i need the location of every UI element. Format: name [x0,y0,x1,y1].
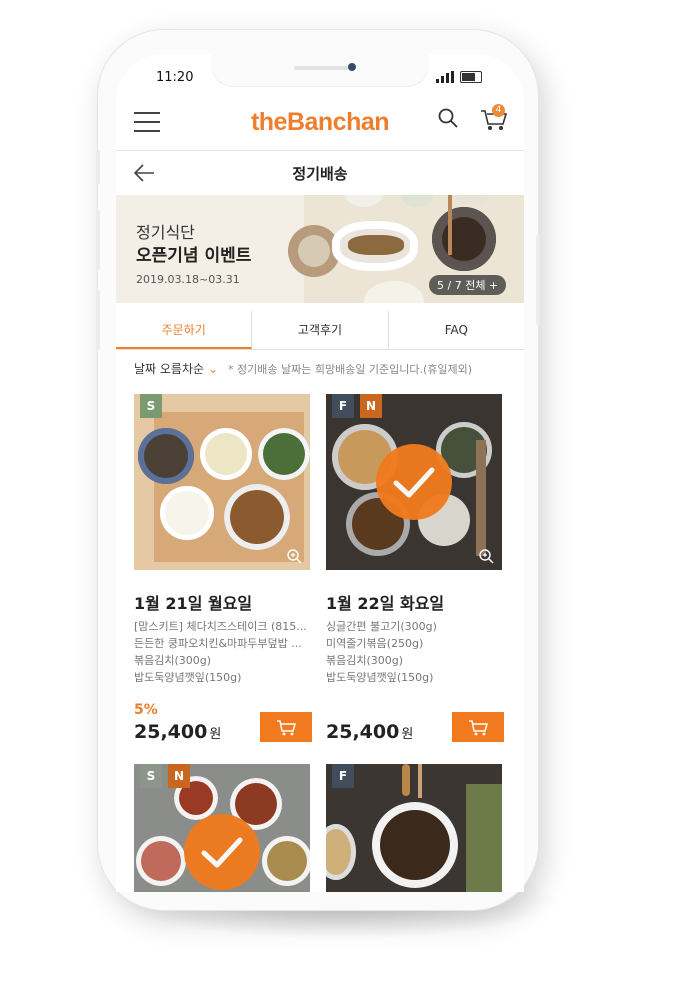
product-image[interactable]: F [326,764,502,892]
side-dish [262,836,310,886]
banner-dish [364,281,424,303]
price: 25,400 원 [134,721,221,743]
banner-dish [454,195,490,205]
tab-faq[interactable]: FAQ [389,311,524,349]
product-image[interactable]: F N [326,394,502,570]
item-list: 싱글간편 불고기(300g) 미역줄기볶음(250g) 볶음김치(300g) 밥… [326,618,504,686]
banner-fish [348,235,404,255]
add-to-cart-button[interactable] [452,712,504,742]
side-dish [258,428,310,480]
product-card[interactable]: S 1월 21일 월요일 [맘스키트] 체다치즈스테이크 (815... 든든한… [134,394,312,743]
banner-title-line1: 정기식단 [136,223,195,242]
side-dish [326,824,356,880]
item: 밥도둑양념깻잎(150g) [326,671,434,684]
camera [348,63,356,71]
signal-icon [436,71,454,83]
tag-s: S [140,764,162,788]
product-card[interactable]: S N [134,764,312,892]
price-value: 25,400 [326,721,400,743]
price-unit: 원 [401,727,414,742]
phone-screen: 11:20 theBanchan 4 정기배송 정기식단 오픈기념 이벤트 20… [116,54,524,892]
tag-n: N [168,764,190,788]
product-card[interactable]: F [326,764,504,892]
phone-side-button [536,235,540,325]
battery-icon [460,71,482,83]
chopstick [418,764,422,798]
tab-order[interactable]: 주문하기 [116,311,253,349]
add-to-cart-button[interactable] [260,712,312,742]
selected-check-icon [184,814,260,890]
phone-side-button [96,290,100,350]
product-image[interactable]: S N [134,764,310,892]
item: [맘스키트] 체다치즈스테이크 (815... [134,620,307,633]
banner-dish [432,207,496,271]
stew-bowl [224,484,290,550]
phone-side-button [96,210,100,270]
item: 든든한 쿵파오치킨&마파두부덮밥 ... [134,637,302,650]
vegetables [466,784,502,892]
sort-label: 날짜 오름차순 [134,362,205,376]
phone-side-button [96,150,100,184]
selected-check-icon [376,444,452,520]
banner-chopstick [448,195,452,255]
tag-f: F [332,394,354,418]
delivery-date: 1월 22일 화요일 [326,594,445,613]
delivery-note: * 정기배송 날짜는 희망배송일 기준입니다.(휴일제외) [228,363,473,376]
status-icons [436,71,482,83]
tab-bar: 주문하기 고객후기 FAQ [116,311,524,350]
sub-header: 정기배송 [116,150,524,196]
main-dish [372,802,458,888]
rice-bowl [160,486,214,540]
item-list: [맘스키트] 체다치즈스테이크 (815... 든든한 쿵파오치킨&마파두부덮밥… [134,618,312,686]
side-dish [136,836,186,886]
item: 싱글간편 불고기(300g) [326,620,437,633]
event-banner[interactable]: 정기식단 오픈기념 이벤트 2019.03.18~03.31 5 / 7 전체 … [116,195,524,303]
spoon [402,764,410,796]
tag-s: S [140,394,162,418]
product-image[interactable]: S [134,394,310,570]
chevron-down-icon: ⌄ [208,362,219,376]
sort-dropdown[interactable]: 날짜 오름차순 ⌄ [134,360,218,377]
item: 밥도둑양념깻잎(150g) [134,671,242,684]
logo[interactable]: theBanchan [116,108,524,137]
tag-n: N [360,394,382,418]
speaker [294,66,348,70]
side-dish [138,428,194,484]
cart-icon [469,720,488,736]
search-icon[interactable] [438,108,458,128]
banner-title-line2: 오픈기념 이벤트 [136,246,252,266]
price: 25,400 원 [326,721,413,743]
tag-f: F [332,764,354,788]
item: 미역줄기볶음(250g) [326,637,424,650]
spoon [476,440,486,556]
banner-dish [344,195,384,207]
price-unit: 원 [209,727,222,742]
banner-dish [400,195,434,207]
item: 볶음김치(300g) [134,654,212,667]
app-header: theBanchan 4 [116,94,524,146]
status-time: 11:20 [156,70,194,85]
banner-date: 2019.03.18~03.31 [136,273,240,286]
discount-rate: 5% [134,702,158,718]
delivery-date: 1월 21일 월요일 [134,594,253,613]
side-dish [200,428,252,480]
zoom-icon[interactable] [286,548,302,564]
tab-reviews[interactable]: 고객후기 [252,311,389,349]
item: 볶음김치(300g) [326,654,404,667]
cart-count-badge: 4 [492,104,505,117]
cart-icon [277,720,296,736]
banner-counter[interactable]: 5 / 7 전체 + [429,275,507,295]
price-value: 25,400 [134,721,208,743]
notch [211,54,429,86]
product-card[interactable]: F N 1월 22일 화요일 싱글간편 불고기(300g) 미역줄기볶음(250… [326,394,504,743]
zoom-icon[interactable] [478,548,494,564]
page-title: 정기배송 [292,165,348,183]
